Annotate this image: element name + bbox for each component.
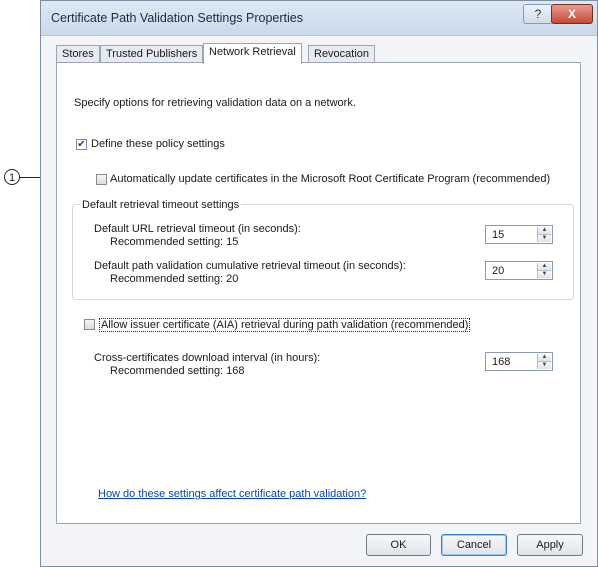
spin-up-icon[interactable]: ▲	[538, 263, 551, 271]
timeout-group-title: Default retrieval timeout settings	[80, 199, 242, 211]
cancel-button[interactable]: Cancel	[441, 534, 507, 556]
url-timeout-value[interactable]: 15	[492, 229, 504, 241]
define-policy-checkbox[interactable]: ✔	[76, 139, 87, 150]
tab-revocation[interactable]: Revocation	[308, 45, 376, 62]
auto-update-label: Automatically update certificates in the…	[110, 173, 551, 185]
path-timeout-value[interactable]: 20	[492, 265, 504, 277]
path-timeout-label: Default path validation cumulative retri…	[94, 260, 406, 272]
callout-number: 1	[4, 169, 20, 185]
tab-trusted-publishers[interactable]: Trusted Publishers	[100, 45, 204, 62]
cross-cert-recommended: Recommended setting: 168	[110, 365, 245, 377]
define-policy-label: Define these policy settings	[91, 138, 225, 150]
url-timeout-label: Default URL retrieval timeout (in second…	[94, 223, 301, 235]
timeout-settings-group	[72, 204, 574, 300]
url-timeout-spinner[interactable]: 15 ▲ ▼	[485, 225, 553, 244]
url-timeout-spin-buttons: ▲ ▼	[537, 227, 551, 242]
spin-up-icon[interactable]: ▲	[538, 227, 551, 235]
apply-button[interactable]: Apply	[517, 534, 583, 556]
help-link[interactable]: How do these settings affect certificate…	[98, 488, 366, 500]
url-timeout-recommended: Recommended setting: 15	[110, 236, 239, 248]
ok-button[interactable]: OK	[366, 534, 431, 556]
properties-dialog: Certificate Path Validation Settings Pro…	[40, 0, 598, 567]
path-timeout-recommended: Recommended setting: 20	[110, 273, 239, 285]
cross-cert-spinner[interactable]: 168 ▲ ▼	[485, 352, 553, 371]
auto-update-checkbox[interactable]	[96, 174, 107, 185]
spin-down-icon[interactable]: ▼	[538, 362, 551, 369]
aia-label: Allow issuer certificate (AIA) retrieval…	[99, 318, 471, 332]
help-button[interactable]: ?	[523, 4, 553, 24]
cross-cert-spin-buttons: ▲ ▼	[537, 354, 551, 369]
intro-text: Specify options for retrieving validatio…	[74, 97, 356, 109]
spin-down-icon[interactable]: ▼	[538, 271, 551, 278]
window-title: Certificate Path Validation Settings Pro…	[51, 11, 303, 25]
tab-stores[interactable]: Stores	[56, 45, 100, 62]
spin-down-icon[interactable]: ▼	[538, 235, 551, 242]
title-bar[interactable]: Certificate Path Validation Settings Pro…	[41, 1, 597, 36]
tab-network-retrieval[interactable]: Network Retrieval	[203, 43, 302, 64]
cross-cert-value[interactable]: 168	[492, 356, 510, 368]
spin-up-icon[interactable]: ▲	[538, 354, 551, 362]
close-button[interactable]: X	[551, 4, 593, 24]
tab-panel-network-retrieval: Specify options for retrieving validatio…	[56, 62, 581, 524]
aia-checkbox[interactable]	[84, 319, 95, 330]
path-timeout-spinner[interactable]: 20 ▲ ▼	[485, 261, 553, 280]
cross-cert-label: Cross-certificates download interval (in…	[94, 352, 321, 364]
path-timeout-spin-buttons: ▲ ▼	[537, 263, 551, 278]
